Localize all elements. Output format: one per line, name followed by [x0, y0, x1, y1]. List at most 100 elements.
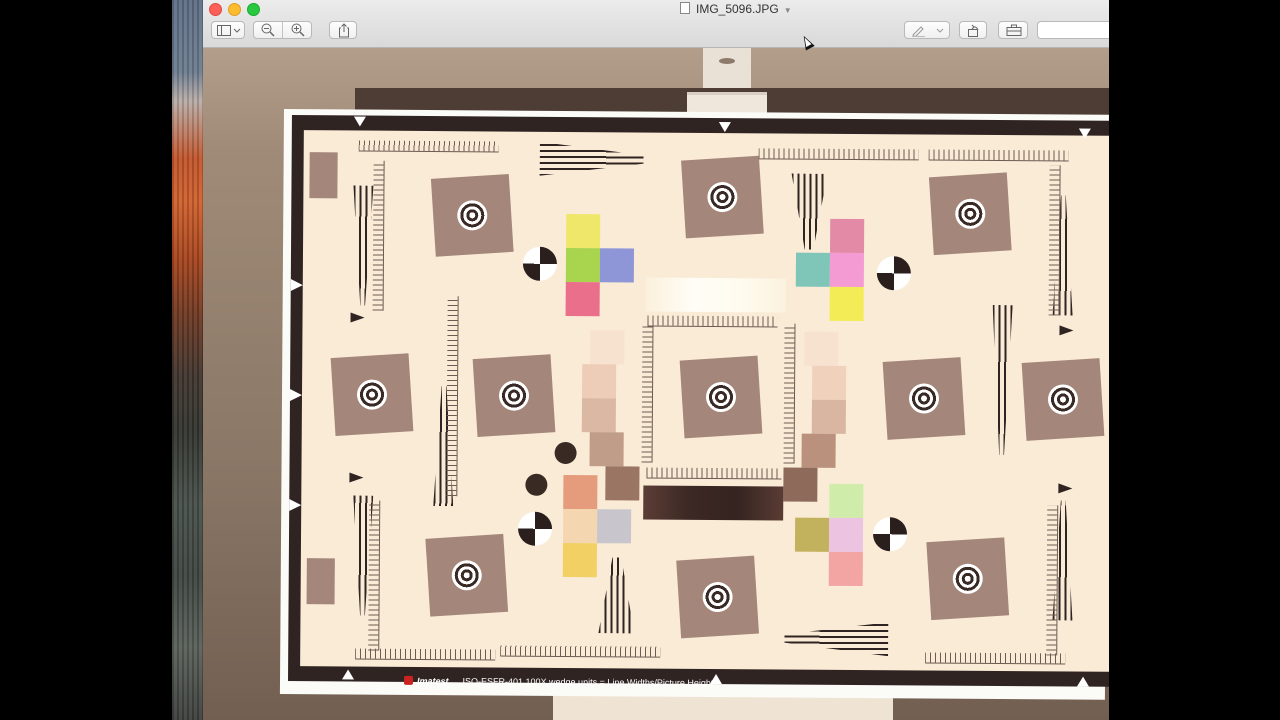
zoom-out-icon[interactable]	[261, 23, 275, 37]
fiducial-dot	[554, 441, 577, 465]
wedge-scale	[646, 467, 782, 480]
toolbox-icon	[1006, 24, 1022, 36]
close-button[interactable]	[209, 3, 222, 16]
gray-patch	[801, 433, 836, 468]
fiducial-triangle	[290, 279, 303, 292]
window-title[interactable]: IMG_5096.JPG ▼	[680, 2, 792, 16]
wedge-pattern	[992, 305, 1013, 455]
color-patch	[565, 247, 601, 283]
toolbox-button[interactable]	[998, 21, 1028, 39]
wedge-pattern	[540, 142, 644, 177]
color-patch	[565, 281, 600, 317]
wedge-pattern	[791, 174, 828, 250]
arrow-marker	[1058, 483, 1073, 494]
rotate-button[interactable]	[959, 21, 987, 39]
color-patch	[794, 517, 830, 552]
fiducial-triangle	[342, 669, 355, 680]
slanted-edge-square	[430, 173, 514, 257]
wedge-pattern	[784, 622, 888, 657]
wedge-pattern	[353, 185, 374, 305]
title-bar[interactable]: IMG_5096.JPG ▼	[203, 0, 1109, 48]
wedge-scale	[368, 500, 381, 651]
dark-patch-strip	[643, 485, 784, 521]
wedge-scale	[758, 148, 919, 161]
color-patch	[596, 509, 632, 544]
test-chart: Imatest ISO-ESFR-401 100X wedge units = L…	[279, 109, 1109, 700]
image-content: Imatest ISO-ESFR-401 100X wedge units = L…	[203, 48, 1109, 720]
fiducial-triangle	[718, 122, 731, 133]
minimize-button[interactable]	[228, 3, 241, 16]
wedge-pattern	[598, 557, 635, 633]
color-patch	[829, 252, 865, 288]
rotate-icon	[968, 24, 979, 37]
wedge-scale	[372, 160, 385, 311]
wedge-scale	[783, 323, 796, 464]
color-patch	[563, 474, 598, 510]
gray-patch	[590, 330, 625, 365]
wedge-scale	[446, 296, 459, 497]
zoom-divider	[282, 22, 283, 38]
search-input[interactable]	[1037, 21, 1109, 39]
fiducial-triangle	[1078, 128, 1091, 139]
wedge-scale	[500, 645, 661, 658]
chart-face	[300, 130, 1109, 672]
color-patch	[830, 218, 865, 254]
slanted-edge-square	[425, 533, 509, 617]
zoom-button[interactable]	[247, 3, 260, 16]
gray-patch	[783, 467, 818, 502]
zoom-in-icon[interactable]	[291, 23, 305, 37]
registration-mark	[517, 511, 553, 546]
registration-mark	[872, 517, 908, 552]
slanted-edge-square	[676, 555, 759, 639]
sidebar-view-button[interactable]	[211, 21, 245, 39]
chevron-down-icon: ▼	[783, 6, 792, 15]
share-icon	[339, 23, 349, 38]
chart-caption-text: ISO-ESFR-401 100X wedge units = Line Wid…	[462, 676, 714, 689]
arrow-marker	[350, 312, 365, 323]
wedge-scale	[1048, 165, 1061, 316]
color-patch	[829, 483, 864, 519]
white-patch-strip	[645, 277, 786, 313]
slanted-edge-square	[926, 537, 1010, 621]
arrow-marker	[1059, 325, 1074, 336]
fiducial-triangle	[1076, 676, 1090, 687]
fiducial-triangle	[289, 499, 302, 512]
color-patch	[829, 286, 864, 322]
fiducial-triangle	[353, 116, 366, 127]
arrow-marker	[349, 472, 364, 483]
color-patch	[599, 248, 635, 283]
registration-mark	[876, 256, 911, 291]
preview-window: Imatest ISO-ESFR-401 100X wedge units = L…	[203, 0, 1109, 720]
share-button[interactable]	[329, 21, 357, 39]
registration-mark	[522, 246, 558, 281]
wedge-scale	[925, 652, 1066, 665]
wedge-scale	[358, 140, 499, 153]
gray-patch	[605, 466, 640, 501]
fiducial-triangle	[289, 389, 303, 402]
markup-button[interactable]	[904, 21, 950, 39]
easel-clamp	[703, 48, 751, 88]
imatest-logo	[403, 675, 414, 685]
color-patch	[562, 542, 597, 578]
gray-patch	[804, 331, 839, 366]
edge-patch	[306, 558, 335, 605]
gray-patch	[581, 364, 617, 399]
slanted-edge-square	[928, 172, 1012, 256]
color-patch	[562, 508, 598, 544]
color-patch	[828, 517, 864, 553]
gray-patch	[811, 399, 846, 434]
pen-icon	[912, 26, 944, 37]
edge-patch	[309, 152, 338, 199]
slanted-edge-square	[330, 353, 414, 436]
slanted-edge-square	[472, 354, 556, 437]
fiducial-dot	[525, 473, 548, 496]
chart-caption: Imatest ISO-ESFR-401 100X wedge units = L…	[403, 675, 714, 694]
desktop-wallpaper	[172, 0, 203, 720]
color-patch	[795, 252, 831, 287]
color-patch	[566, 213, 601, 249]
chart-brand: Imatest	[416, 675, 449, 687]
color-patch	[828, 551, 863, 587]
sidebar-icon	[217, 25, 241, 36]
gray-patch	[581, 398, 616, 433]
wedge-scale	[928, 149, 1069, 162]
